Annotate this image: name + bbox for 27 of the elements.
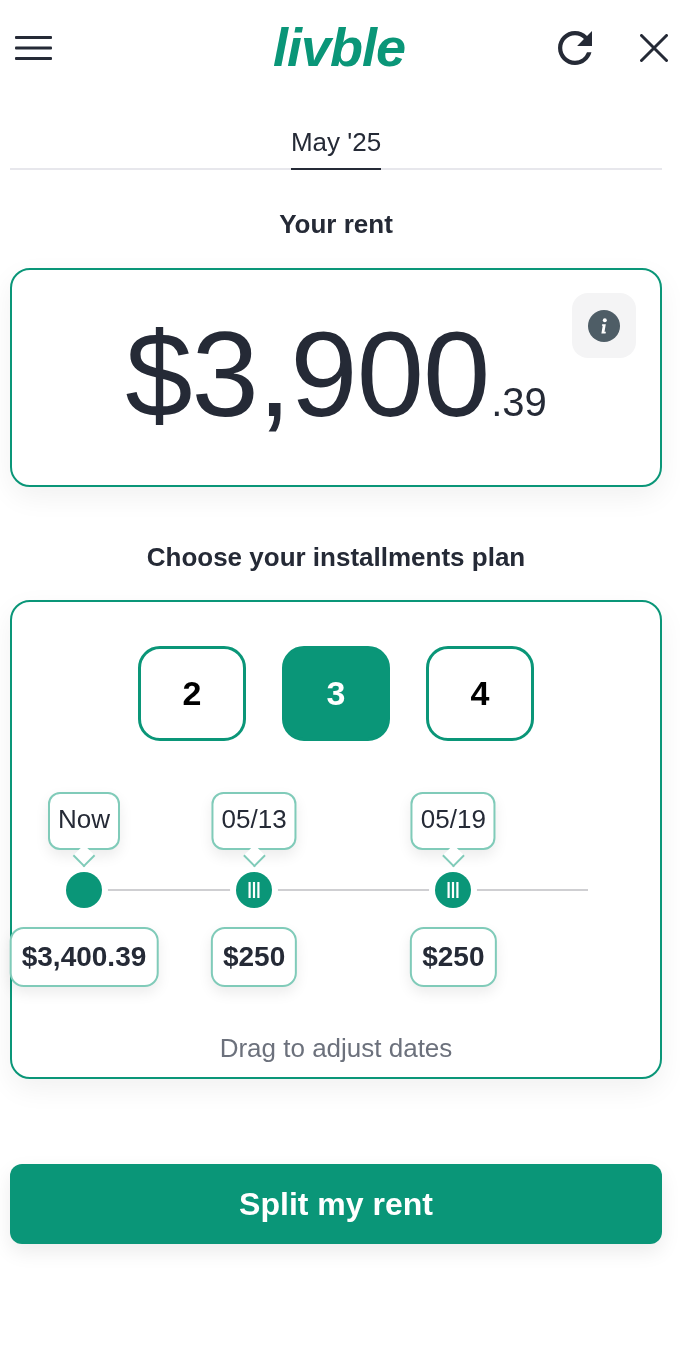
grip-icon: [447, 882, 460, 898]
month-tab[interactable]: May '25: [290, 126, 382, 170]
close-button[interactable]: [640, 33, 668, 62]
installment-count-option[interactable]: 3: [282, 646, 390, 741]
date-tooltip: 05/19: [410, 792, 496, 866]
close-icon: [640, 33, 668, 62]
installment-count-option[interactable]: 4: [426, 646, 534, 741]
info-button[interactable]: [572, 293, 636, 358]
menu-icon: [15, 35, 52, 60]
date-tooltip: 05/13: [211, 792, 297, 866]
hint-text: Drag to adjust dates: [218, 1032, 454, 1064]
menu-button[interactable]: [15, 35, 52, 60]
refresh-icon: [558, 30, 592, 65]
installment-amount: $3,400.39: [9, 927, 159, 987]
info-icon: [588, 309, 620, 342]
rent-cents: .39: [491, 382, 547, 422]
refresh-button[interactable]: [558, 30, 592, 65]
installment-count-option[interactable]: 2: [138, 646, 246, 741]
installment-amount: $250: [210, 927, 298, 987]
date-tooltip: Now: [48, 792, 120, 866]
section-title: Choose your installments plan: [145, 541, 527, 573]
split-rent-button[interactable]: Split my rent: [10, 1164, 662, 1244]
grip-icon: [248, 882, 261, 898]
section-title: Your rent: [278, 208, 394, 240]
installment-amount: $250: [410, 927, 497, 987]
rent-amount: $3,900: [125, 314, 490, 435]
brand-logo: livble: [272, 19, 406, 74]
